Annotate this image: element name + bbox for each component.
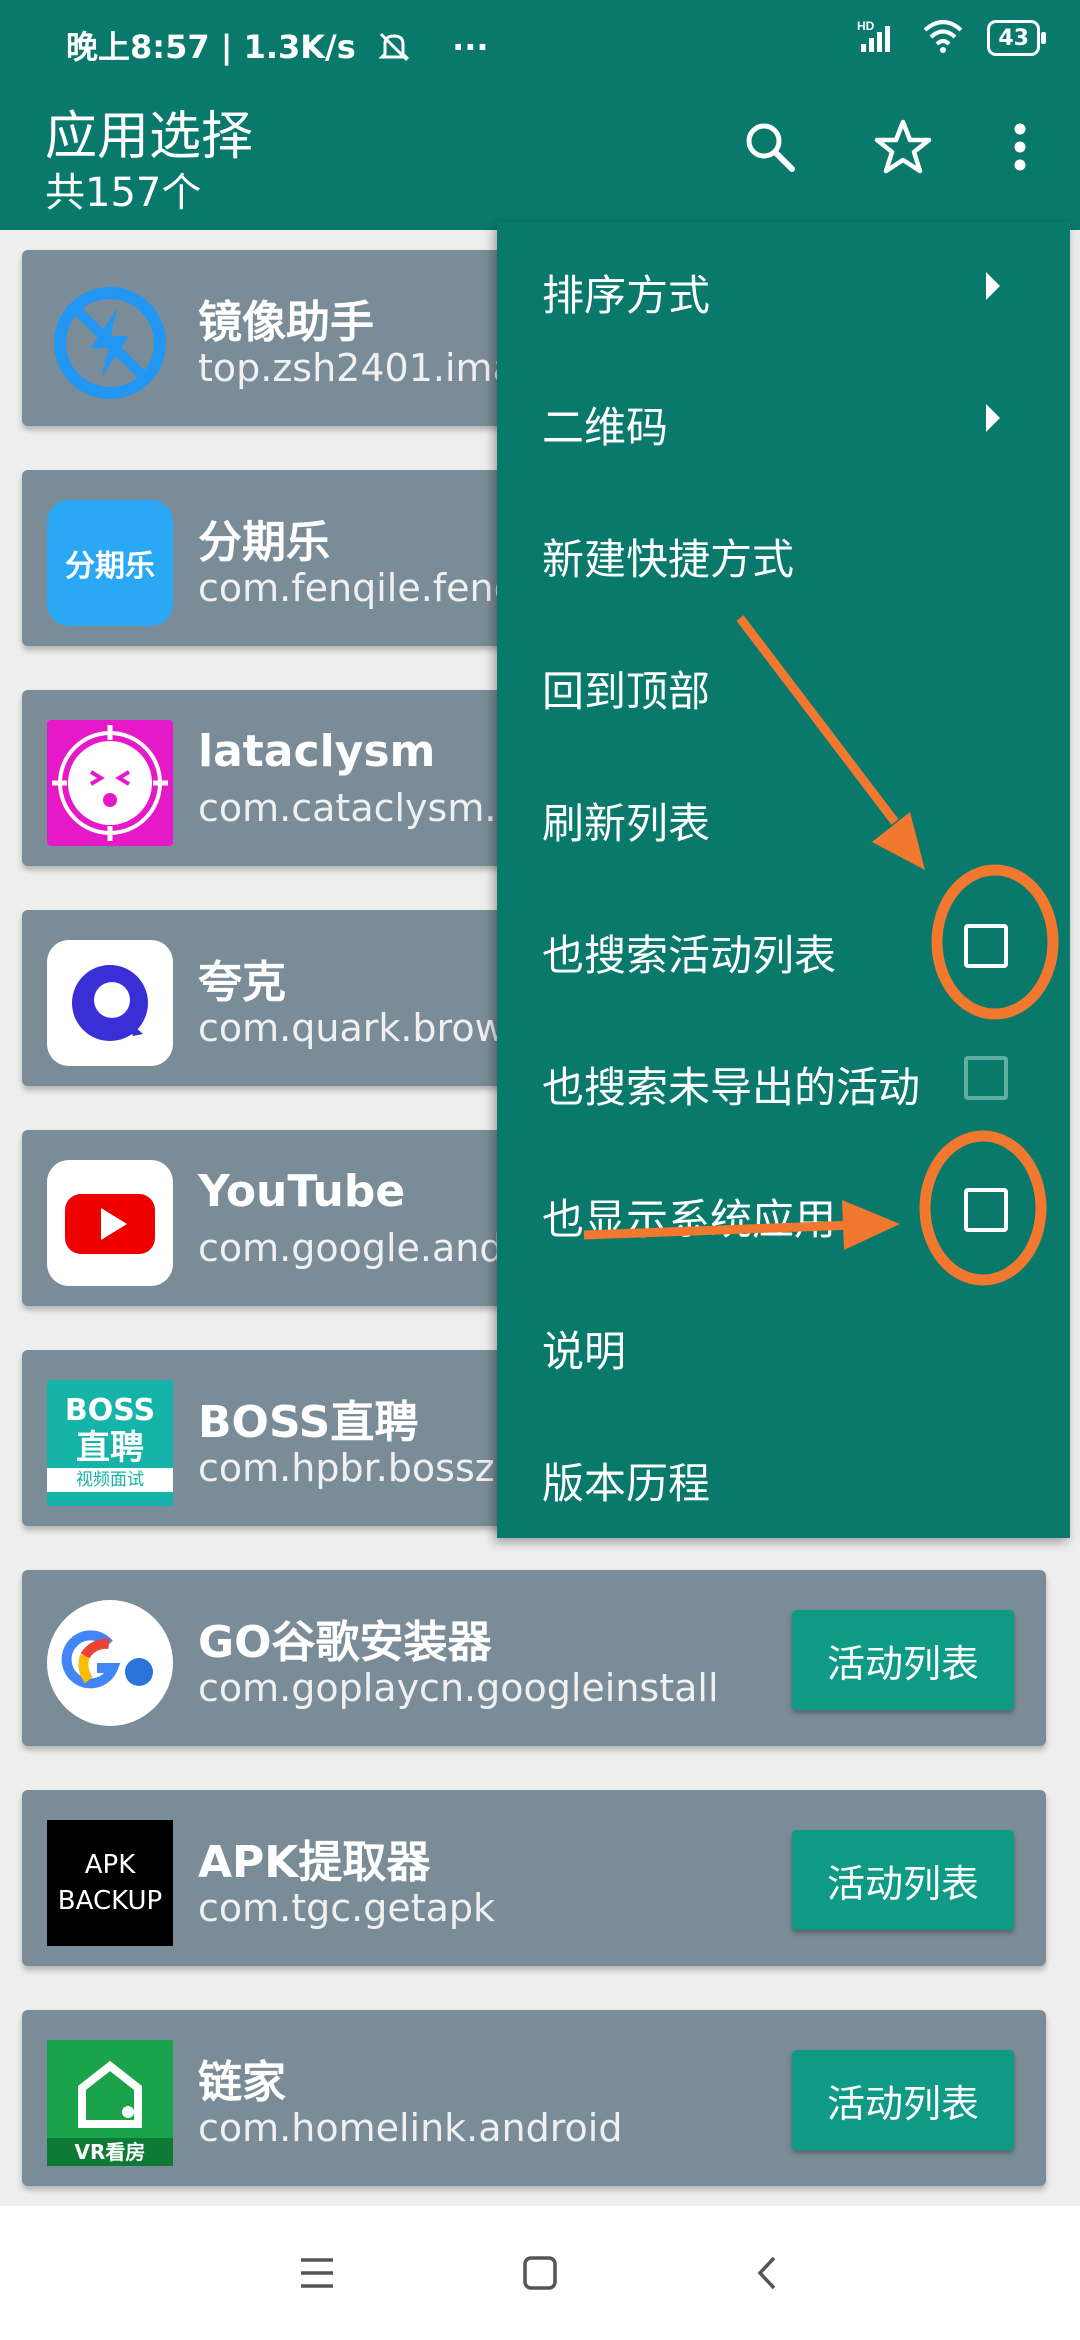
system-nav-bar (0, 2206, 1080, 2340)
annotation-arrow-1-shaft (736, 615, 899, 825)
back-icon[interactable] (736, 2241, 800, 2305)
annotation-overlay (583, 615, 1059, 1286)
annotation-circle-2 (919, 1130, 1047, 1286)
annotation-circle-1 (931, 864, 1059, 1020)
menu-icon[interactable] (285, 2241, 349, 2305)
annotation-arrow-1-head (872, 812, 925, 870)
home-icon[interactable] (508, 2241, 572, 2305)
annotation-arrow-2-shaft (583, 1220, 856, 1240)
annotation-arrow-2-head (842, 1200, 900, 1250)
